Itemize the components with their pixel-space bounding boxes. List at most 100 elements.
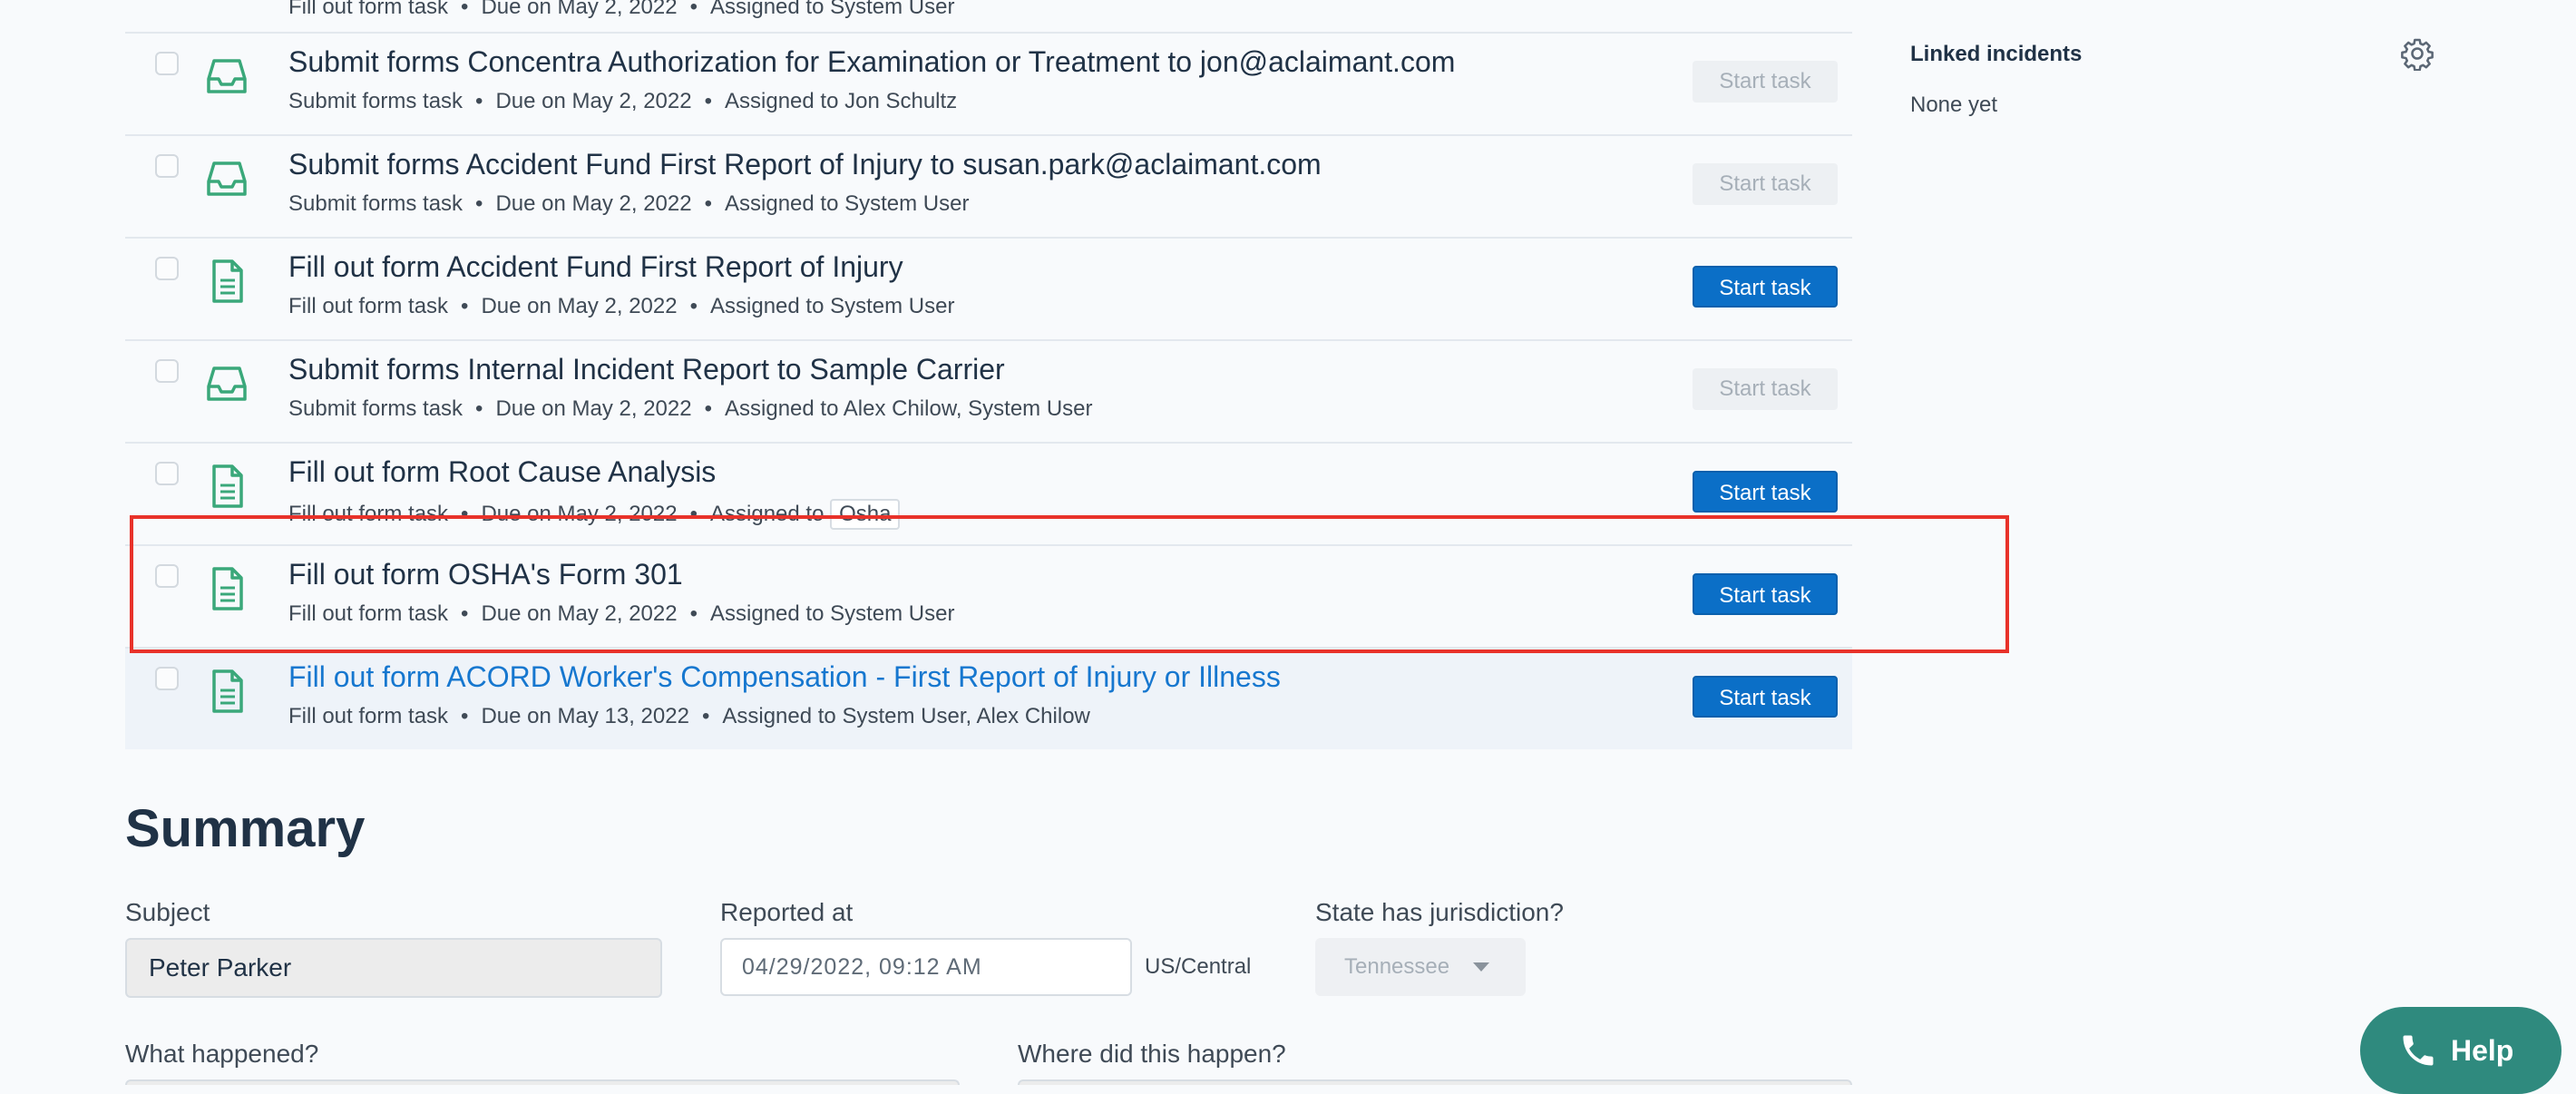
task-assignee: System User bbox=[830, 294, 955, 318]
timezone-label: US/Central bbox=[1145, 954, 1252, 979]
start-task-button[interactable]: Start task bbox=[1693, 676, 1838, 718]
task-checkbox[interactable] bbox=[155, 667, 179, 690]
assigned-prefix: Assigned to bbox=[710, 601, 831, 626]
inbox-icon bbox=[207, 161, 247, 196]
task-title[interactable]: Fill out form Root Cause Analysis bbox=[288, 455, 716, 489]
assigned-prefix: Assigned to bbox=[725, 396, 844, 421]
start-task-button[interactable]: Start task bbox=[1693, 573, 1838, 615]
summary-heading: Summary bbox=[125, 799, 366, 858]
jurisdiction-label: State has jurisdiction? bbox=[1315, 898, 1564, 926]
document-icon bbox=[212, 567, 243, 610]
separator: • bbox=[689, 0, 698, 19]
task-meta: Submit forms task • Due on May 2, 2022 • Ass… bbox=[288, 396, 1093, 422]
task-due: Due on May 2, 2022 bbox=[495, 89, 692, 113]
task-checkbox[interactable] bbox=[155, 359, 179, 383]
task-row[interactable]: Fill out form Root Cause Analysis Fill o… bbox=[125, 444, 1852, 546]
task-title[interactable]: Submit forms Internal Incident Report to… bbox=[288, 353, 1005, 386]
linked-incidents-value: None yet bbox=[1910, 93, 1998, 117]
task-type: Fill out form task bbox=[288, 601, 449, 626]
task-row[interactable]: Fill out form OSHA's Form 301 Fill out f… bbox=[125, 546, 1852, 649]
where-happened-field[interactable] bbox=[1018, 1079, 1852, 1085]
task-assignee: Jon Schultz bbox=[844, 89, 958, 113]
task-due: Due on May 2, 2022 bbox=[481, 502, 678, 526]
help-label: Help bbox=[2451, 1033, 2514, 1067]
task-due: Due on May 13, 2022 bbox=[481, 704, 689, 728]
assigned-prefix: Assigned to bbox=[710, 294, 831, 318]
task-due: Due on May 2, 2022 bbox=[495, 191, 692, 216]
start-task-button[interactable]: Start task bbox=[1693, 163, 1838, 205]
task-assignee: System User bbox=[830, 0, 955, 19]
separator: • bbox=[689, 294, 698, 318]
task-assignee: Alex Chilow, System User bbox=[843, 396, 1093, 421]
separator: • bbox=[704, 396, 712, 421]
assigned-prefix: Assigned to bbox=[710, 502, 831, 526]
task-checkbox[interactable] bbox=[155, 462, 179, 485]
separator: • bbox=[475, 396, 483, 421]
separator: • bbox=[461, 601, 469, 626]
subject-value: Peter Parker bbox=[149, 953, 292, 982]
task-title[interactable]: Fill out form ACORD Worker's Compensatio… bbox=[288, 660, 1281, 694]
task-meta: Fill out form task • Due on May 2, 2022 • As… bbox=[288, 499, 901, 530]
document-icon bbox=[212, 669, 243, 713]
task-assignee: System User, Alex Chilow bbox=[842, 704, 1090, 728]
task-row[interactable]: Fill out form ACORD Worker's Compensatio… bbox=[125, 649, 1852, 749]
separator: • bbox=[689, 502, 698, 526]
task-title[interactable]: Fill out form OSHA's Form 301 bbox=[288, 558, 683, 591]
task-type: Fill out form task bbox=[288, 0, 449, 19]
separator: • bbox=[704, 191, 712, 216]
task-meta: Fill out form task • Due on May 2, 2022 • As… bbox=[288, 294, 954, 319]
task-title[interactable]: Fill out form Accident Fund First Report… bbox=[288, 250, 903, 284]
jurisdiction-select[interactable]: Tennessee bbox=[1315, 938, 1526, 996]
separator: • bbox=[461, 502, 469, 526]
task-checkbox[interactable] bbox=[155, 52, 179, 75]
task-type: Fill out form task bbox=[288, 502, 449, 526]
task-type: Fill out form task bbox=[288, 294, 449, 318]
task-type: Submit forms task bbox=[288, 89, 463, 113]
start-task-button[interactable]: Start task bbox=[1693, 471, 1838, 513]
task-type: Submit forms task bbox=[288, 396, 463, 421]
reported-at-field[interactable]: 04/29/2022, 09:12 AM bbox=[720, 938, 1132, 996]
task-title[interactable]: Submit forms Concentra Authorization for… bbox=[288, 45, 1455, 79]
what-happened-field[interactable] bbox=[125, 1079, 960, 1085]
separator: • bbox=[475, 191, 483, 216]
task-type: Fill out form task bbox=[288, 704, 449, 728]
start-task-button[interactable]: Start task bbox=[1693, 266, 1838, 308]
inbox-icon bbox=[207, 366, 247, 401]
separator: • bbox=[689, 601, 698, 626]
caret-down-icon bbox=[1473, 962, 1490, 972]
subject-field[interactable]: Peter Parker bbox=[125, 938, 662, 998]
document-icon bbox=[212, 259, 243, 303]
linked-incidents-title: Linked incidents bbox=[1910, 42, 2083, 66]
assignee-tag: Osha bbox=[830, 499, 901, 530]
task-title[interactable]: Submit forms Accident Fund First Report … bbox=[288, 148, 1322, 181]
task-row[interactable]: Submit forms Internal Incident Report to… bbox=[125, 341, 1852, 444]
task-row[interactable]: Fill out form Accident Fund First Report… bbox=[125, 239, 1852, 341]
task-due: Due on May 2, 2022 bbox=[481, 294, 678, 318]
task-row[interactable]: Submit forms Concentra Authorization for… bbox=[125, 34, 1852, 136]
task-due: Due on May 2, 2022 bbox=[481, 0, 678, 19]
start-task-button[interactable]: Start task bbox=[1693, 368, 1838, 410]
task-meta: Submit forms task • Due on May 2, 2022 • Ass… bbox=[288, 89, 957, 114]
what-happened-label: What happened? bbox=[125, 1040, 319, 1068]
help-button[interactable]: Help bbox=[2360, 1007, 2561, 1094]
separator: • bbox=[704, 89, 712, 113]
separator: • bbox=[461, 704, 469, 728]
assigned-prefix: Assigned to bbox=[722, 704, 843, 728]
task-checkbox[interactable] bbox=[155, 564, 179, 588]
jurisdiction-value: Tennessee bbox=[1344, 954, 1450, 979]
task-checkbox[interactable] bbox=[155, 257, 179, 280]
task-checkbox[interactable] bbox=[155, 154, 179, 178]
task-row[interactable]: Submit forms Accident Fund First Report … bbox=[125, 136, 1852, 239]
assigned-prefix: Assigned to bbox=[725, 89, 845, 113]
assigned-prefix: Assigned to bbox=[725, 191, 845, 216]
gear-icon[interactable] bbox=[2400, 36, 2435, 71]
task-row[interactable]: Fill out form task • Due on May 2, 2022 • As… bbox=[125, 0, 1852, 34]
task-meta: Fill out form task • Due on May 13, 2022 • A… bbox=[288, 704, 1090, 729]
separator: • bbox=[461, 294, 469, 318]
separator: • bbox=[701, 704, 710, 728]
separator: • bbox=[461, 0, 469, 19]
reported-at-label: Reported at bbox=[720, 898, 854, 926]
task-assignee: System User bbox=[844, 191, 970, 216]
document-icon bbox=[212, 464, 243, 508]
start-task-button[interactable]: Start task bbox=[1693, 61, 1838, 103]
